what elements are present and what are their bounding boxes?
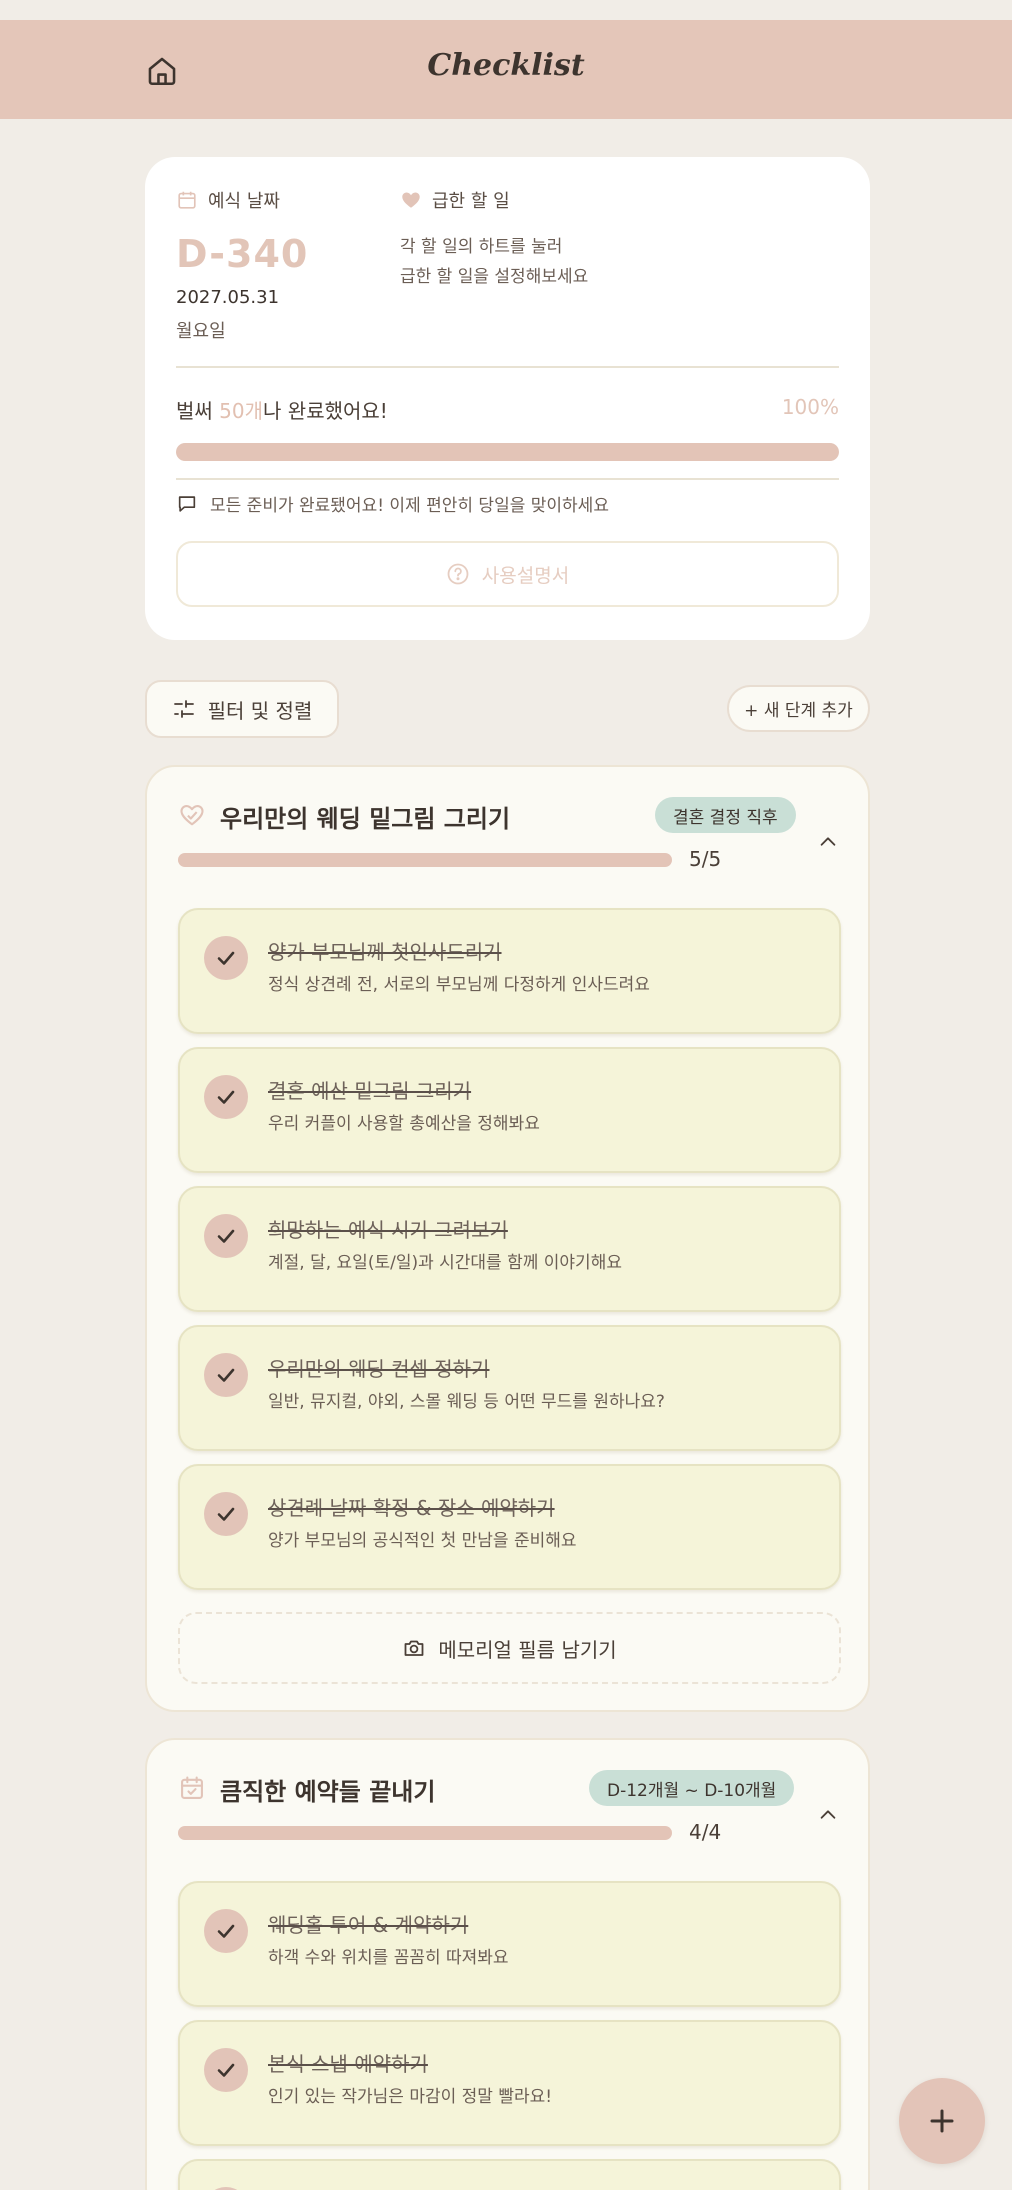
divider bbox=[176, 478, 839, 480]
task-title: 우리만의 웨딩 컨셉 정하기 bbox=[268, 1357, 490, 1381]
stage-card: 큼직한 예약들 끝내기 D-12개월 ~ D-10개월 4/4 웨딩홀 투어 &… bbox=[145, 1738, 870, 2190]
user-guide-button[interactable]: 사용설명서 bbox=[176, 541, 839, 607]
filter-sort-button[interactable]: 필터 및 정렬 bbox=[145, 680, 339, 738]
task-item[interactable]: 본식 스냅 예약하기 인기 있는 작가님은 마감이 정말 빨라요! bbox=[178, 2020, 841, 2146]
task-title: 웨딩홀 투어 & 계약하기 bbox=[268, 1913, 469, 1937]
add-task-fab[interactable] bbox=[899, 2078, 985, 2164]
overall-progress-bar bbox=[176, 443, 839, 461]
heart-icon bbox=[402, 192, 420, 208]
task-checkbox[interactable] bbox=[204, 1909, 248, 1953]
stage-title: 우리만의 웨딩 밑그림 그리기 bbox=[220, 805, 511, 833]
dday-counter: D-340 bbox=[176, 232, 309, 276]
divider bbox=[176, 366, 839, 368]
page-title: Checklist bbox=[427, 48, 585, 83]
task-title: 결혼 예산 밑그림 그리기 bbox=[268, 1079, 472, 1103]
task-checkbox[interactable] bbox=[204, 1492, 248, 1536]
task-title: 본식 스냅 예약하기 bbox=[268, 2052, 428, 2076]
heart-tag-icon bbox=[180, 804, 204, 826]
task-title: 상견례 날짜 확정 & 장소 예약하기 bbox=[268, 1496, 555, 1520]
check-icon bbox=[217, 951, 235, 965]
stage-count: 4/4 bbox=[689, 1820, 722, 1844]
chevron-up-icon bbox=[820, 837, 836, 846]
wedding-weekday: 월요일 bbox=[176, 321, 226, 342]
wedding-date: 2027.05.31 bbox=[176, 287, 280, 308]
urgent-label: 급한 할 일 bbox=[400, 187, 510, 213]
check-icon bbox=[217, 1368, 235, 1382]
task-title: 양가 부모님께 첫인사드리기 bbox=[268, 940, 502, 964]
task-description: 우리 커플이 사용할 총예산을 정해봐요 bbox=[268, 1114, 540, 1134]
urgent-description: 각 할 일의 하트를 눌러 급한 할 일을 설정해보세요 bbox=[400, 237, 589, 287]
memorial-film-button[interactable]: 메모리얼 필름 남기기 bbox=[178, 1612, 841, 1684]
task-item[interactable]: 상견례 날짜 확정 & 장소 예약하기 양가 부모님의 공식적인 첫 만남을 준… bbox=[178, 1464, 841, 1590]
stage-period-badge: D-12개월 ~ D-10개월 bbox=[589, 1770, 795, 1806]
stage-title: 큼직한 예약들 끝내기 bbox=[220, 1778, 436, 1806]
stage-progress-bar bbox=[178, 1826, 672, 1840]
task-description: 양가 부모님의 공식적인 첫 만남을 준비해요 bbox=[268, 1531, 577, 1551]
task-description: 하객 수와 위치를 꼼꼼히 따져봐요 bbox=[268, 1948, 509, 1968]
stage-count: 5/5 bbox=[689, 847, 722, 871]
completion-message: 모든 준비가 완료됐어요! 이제 편안히 당일을 맞이하세요 bbox=[176, 491, 609, 516]
stage-progress-fill bbox=[178, 1826, 672, 1840]
task-description: 일반, 뮤지컬, 야외, 스몰 웨딩 등 어떤 무드를 원하나요? bbox=[268, 1392, 665, 1412]
task-checkbox[interactable] bbox=[204, 2048, 248, 2092]
task-checkbox[interactable] bbox=[204, 1075, 248, 1119]
progress-text: 벌써 50개나 완료했어요! bbox=[176, 399, 388, 423]
help-circle-icon bbox=[447, 563, 469, 585]
summary-card: 예식 날짜 D-340 2027.05.31 월요일 급한 할 일 각 할 일의… bbox=[145, 157, 870, 640]
check-icon bbox=[217, 1507, 235, 1521]
collapse-button[interactable] bbox=[813, 1800, 843, 1830]
stage-progress-fill bbox=[178, 853, 672, 867]
check-icon bbox=[217, 1924, 235, 1938]
check-icon bbox=[217, 1229, 235, 1243]
task-item[interactable] bbox=[178, 2159, 841, 2190]
task-item[interactable]: 웨딩홀 투어 & 계약하기 하객 수와 위치를 꼼꼼히 따져봐요 bbox=[178, 1881, 841, 2007]
calendar-check-icon bbox=[181, 1776, 203, 1799]
check-icon bbox=[217, 2063, 235, 2077]
stage-card: 우리만의 웨딩 밑그림 그리기 결혼 결정 직후 5/5 양가 부모님께 첫인사… bbox=[145, 765, 870, 1712]
task-checkbox[interactable] bbox=[204, 936, 248, 980]
task-description: 인기 있는 작가님은 마감이 정말 빨라요! bbox=[268, 2087, 553, 2107]
add-step-button[interactable]: + 새 단계 추가 bbox=[727, 685, 870, 732]
speech-bubble-icon bbox=[178, 495, 196, 512]
task-item[interactable]: 결혼 예산 밑그림 그리기 우리 커플이 사용할 총예산을 정해봐요 bbox=[178, 1047, 841, 1173]
overall-progress-fill bbox=[176, 443, 839, 461]
check-icon bbox=[217, 1090, 235, 1104]
wedding-date-label: 예식 날짜 bbox=[176, 187, 280, 213]
chevron-up-icon bbox=[820, 1810, 836, 1819]
task-checkbox[interactable] bbox=[204, 1353, 248, 1397]
sliders-icon bbox=[173, 700, 194, 718]
plus-icon bbox=[930, 2109, 954, 2133]
task-checkbox[interactable] bbox=[204, 1214, 248, 1258]
stage-progress-bar bbox=[178, 853, 672, 867]
task-item[interactable]: 우리만의 웨딩 컨셉 정하기 일반, 뮤지컬, 야외, 스몰 웨딩 등 어떤 무… bbox=[178, 1325, 841, 1451]
task-item[interactable]: 희망하는 예식 시기 그려보기 계절, 달, 요일(토/일)과 시간대를 함께 … bbox=[178, 1186, 841, 1312]
task-item[interactable]: 양가 부모님께 첫인사드리기 정식 상견례 전, 서로의 부모님께 다정하게 인… bbox=[178, 908, 841, 1034]
task-title: 희망하는 예식 시기 그려보기 bbox=[268, 1218, 508, 1242]
calendar-icon bbox=[178, 191, 196, 209]
task-description: 계절, 달, 요일(토/일)과 시간대를 함께 이야기해요 bbox=[268, 1253, 622, 1273]
progress-percent: 100% bbox=[781, 395, 839, 419]
top-bar: Checklist bbox=[0, 20, 1012, 119]
collapse-button[interactable] bbox=[813, 827, 843, 857]
camera-icon bbox=[404, 1640, 424, 1656]
task-description: 정식 상견례 전, 서로의 부모님께 다정하게 인사드려요 bbox=[268, 975, 650, 995]
stage-period-badge: 결혼 결정 직후 bbox=[655, 797, 796, 833]
